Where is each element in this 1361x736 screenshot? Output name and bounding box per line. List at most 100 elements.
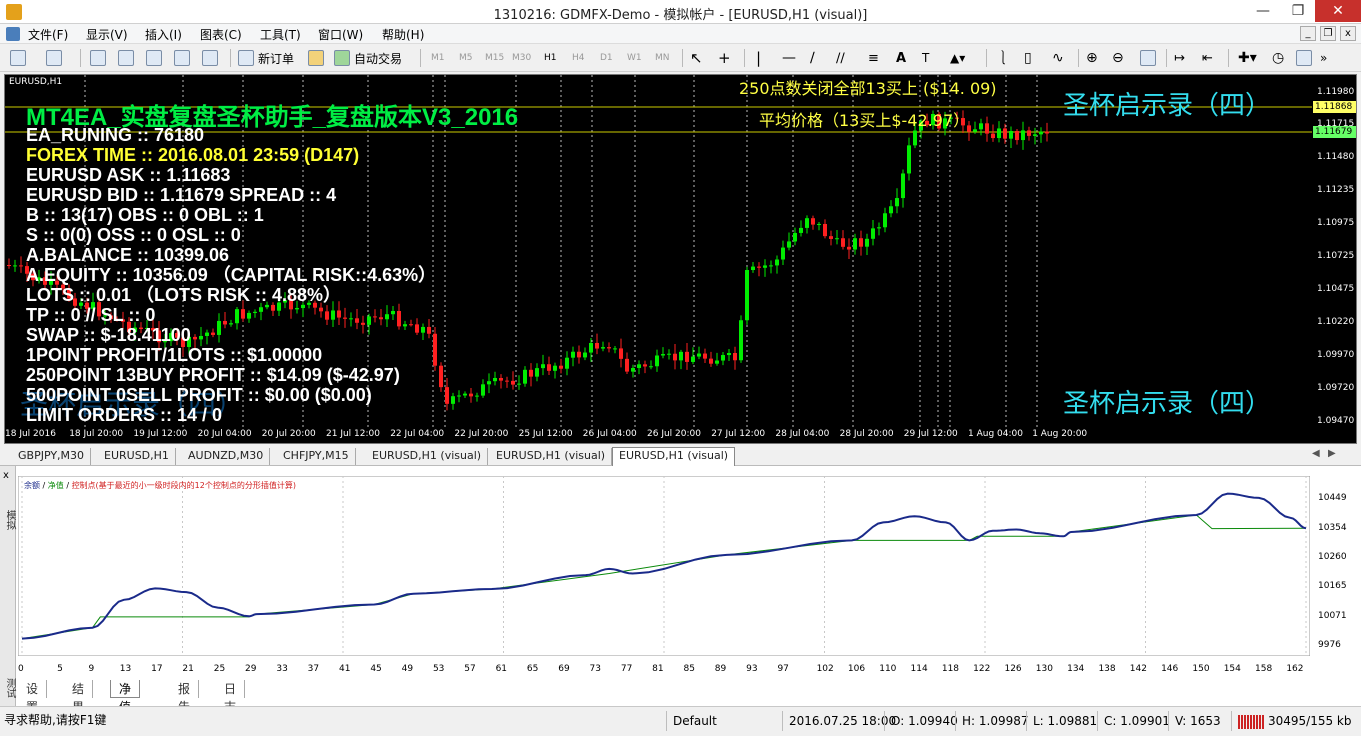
data-window-button[interactable] <box>118 48 134 68</box>
candle-body <box>763 265 767 268</box>
candle-body <box>655 355 659 367</box>
tester-button[interactable] <box>202 48 218 68</box>
navigator-icon <box>146 50 162 66</box>
timeframe-h4[interactable]: H4 <box>572 48 585 68</box>
text-label-icon[interactable]: T <box>922 48 929 68</box>
banner-top: 圣杯启示录（四） <box>1063 91 1272 121</box>
tab-report[interactable]: 报告 <box>170 680 200 714</box>
tester-close-icon[interactable]: x <box>3 470 9 481</box>
timeframe-m1[interactable]: M1 <box>431 48 445 68</box>
mdi-restore-icon[interactable]: ❐ <box>1320 26 1336 41</box>
candle-body <box>721 355 725 361</box>
bar-chart-icon[interactable]: ⎱ <box>996 48 1010 68</box>
profiles-button[interactable] <box>46 48 62 68</box>
price-chart[interactable]: EURUSD,H1 圣杯启示录（四） MT4EA_实盘复盘圣杯助手_复盘版本V3… <box>4 74 1357 444</box>
tab-results[interactable]: 结果 <box>64 680 94 714</box>
zoom-out-icon[interactable]: ⊖ <box>1112 48 1124 68</box>
timeframe-w1[interactable]: W1 <box>627 48 642 68</box>
minimize-icon[interactable]: — <box>1246 0 1280 22</box>
timeframe-m30[interactable]: M30 <box>512 48 531 68</box>
chart-tab-eurusd-visual-3[interactable]: EURUSD,H1 (visual) <box>612 447 736 466</box>
menu-help[interactable]: 帮助(H) <box>382 26 424 43</box>
candle-body <box>205 332 209 336</box>
market-watch-button[interactable] <box>90 48 106 68</box>
menu-file[interactable]: 文件(F) <box>28 26 68 43</box>
chart-tab-eurusd-visual-2[interactable]: EURUSD,H1 (visual) <box>490 448 613 465</box>
candlestick-icon[interactable]: ▯ <box>1024 48 1032 68</box>
text-icon[interactable]: A <box>896 48 906 68</box>
main-toolbar: 新订单 自动交易 M1 M5 M15 M30 H1 H4 D1 W1 MN ↖ … <box>0 44 1361 72</box>
tile-windows-button[interactable] <box>1140 48 1156 68</box>
candle-body <box>523 369 527 384</box>
candle-body <box>691 356 695 362</box>
price-tick: 1.11235 <box>1317 185 1355 195</box>
new-order-button[interactable]: 新订单 <box>238 48 294 68</box>
auto-trading-button[interactable]: 自动交易 <box>334 48 402 68</box>
candle-body <box>361 322 365 325</box>
timeframe-mn[interactable]: MN <box>655 48 670 68</box>
ea-info-line: S :: 0(0) OSS :: 0 OSL :: 0 <box>26 225 241 245</box>
menu-tools[interactable]: 工具(T) <box>260 26 301 43</box>
chart-tab-eurusd-h1[interactable]: EURUSD,H1 <box>98 448 176 465</box>
candle-body <box>1045 131 1049 134</box>
toolbar-more-icon[interactable]: » <box>1320 48 1327 68</box>
line-chart-icon[interactable]: ∿ <box>1052 48 1064 68</box>
cursor-icon[interactable]: ↖ <box>690 48 703 68</box>
equity-x-tick: 37 <box>307 664 320 674</box>
timeframe-m15[interactable]: M15 <box>485 48 504 68</box>
vertical-line-icon[interactable]: | <box>756 48 761 68</box>
tabs-scroll-right-icon[interactable]: ▶ <box>1328 448 1336 459</box>
menu-window[interactable]: 窗口(W) <box>318 26 363 43</box>
new-chart-button[interactable] <box>10 48 26 68</box>
title-bar: 1310216: GDMFX-Demo - 模拟帐户 - [EURUSD,H1 … <box>0 0 1361 24</box>
candle-body <box>997 128 1001 139</box>
menu-view[interactable]: 显示(V) <box>86 26 128 43</box>
channel-icon[interactable]: ∕∕ <box>836 48 845 68</box>
restore-icon[interactable]: ❐ <box>1281 0 1315 22</box>
candle-body <box>337 310 341 318</box>
meta-editor-button[interactable] <box>308 48 324 68</box>
tab-settings[interactable]: 设置 <box>18 680 48 714</box>
candle-body <box>769 265 773 267</box>
crosshair-icon[interactable]: + <box>718 48 731 68</box>
timeframe-m5[interactable]: M5 <box>459 48 473 68</box>
mdi-close-icon[interactable]: x <box>1340 26 1356 41</box>
candle-body <box>379 317 383 320</box>
zoom-in-icon[interactable]: ⊕ <box>1086 48 1098 68</box>
chart-tab-gbpjpy-m30[interactable]: GBPJPY,M30 <box>12 448 92 465</box>
close-icon[interactable]: ✕ <box>1315 0 1361 22</box>
tabs-scroll-left-icon[interactable]: ◀ <box>1312 448 1320 459</box>
equity-y-tick: 10165 <box>1318 581 1347 592</box>
equity-x-tick: 134 <box>1067 664 1085 674</box>
mdi-minimize-icon[interactable]: _ <box>1300 26 1316 41</box>
navigator-button[interactable] <box>146 48 162 68</box>
fibonacci-icon[interactable]: ≡ <box>868 48 879 68</box>
chart-tab-chfjpy-m15[interactable]: CHFJPY,M15 <box>277 448 356 465</box>
time-tick: 1 Aug 04:00 <box>968 429 1023 439</box>
candle-body <box>421 326 425 333</box>
timeframe-d1[interactable]: D1 <box>600 48 613 68</box>
time-tick: 25 Jul 12:00 <box>518 429 573 439</box>
menu-insert[interactable]: 插入(I) <box>145 26 182 43</box>
trendline-icon[interactable]: ∕ <box>810 48 815 68</box>
horizontal-line-icon[interactable]: — <box>782 48 796 68</box>
auto-scroll-icon[interactable]: ↦ <box>1174 48 1185 68</box>
candle-body <box>13 265 17 267</box>
shapes-icon[interactable]: ▲▾ <box>950 48 965 68</box>
tab-journal[interactable]: 日志 <box>216 680 246 714</box>
status-time: 2016.07.25 18:00 <box>782 711 896 731</box>
time-tick: 20 Jul 20:00 <box>261 429 316 439</box>
terminal-button[interactable] <box>174 48 190 68</box>
chart-tab-eurusd-visual-1[interactable]: EURUSD,H1 (visual) <box>366 448 489 465</box>
tab-equity-graph[interactable]: 净值图 <box>110 680 141 732</box>
candle-body <box>457 395 461 397</box>
chart-tab-audnzd-m30[interactable]: AUDNZD,M30 <box>182 448 271 465</box>
indicators-icon[interactable]: ✚▾ <box>1238 48 1257 68</box>
timeframe-h1[interactable]: H1 <box>544 48 557 68</box>
periods-icon[interactable]: ◷ <box>1272 48 1284 68</box>
time-tick: 29 Jul 12:00 <box>903 429 958 439</box>
candle-body <box>781 247 785 260</box>
chart-shift-icon[interactable]: ⇤ <box>1202 48 1213 68</box>
menu-chart[interactable]: 图表(C) <box>200 26 242 43</box>
templates-button[interactable] <box>1296 48 1312 68</box>
